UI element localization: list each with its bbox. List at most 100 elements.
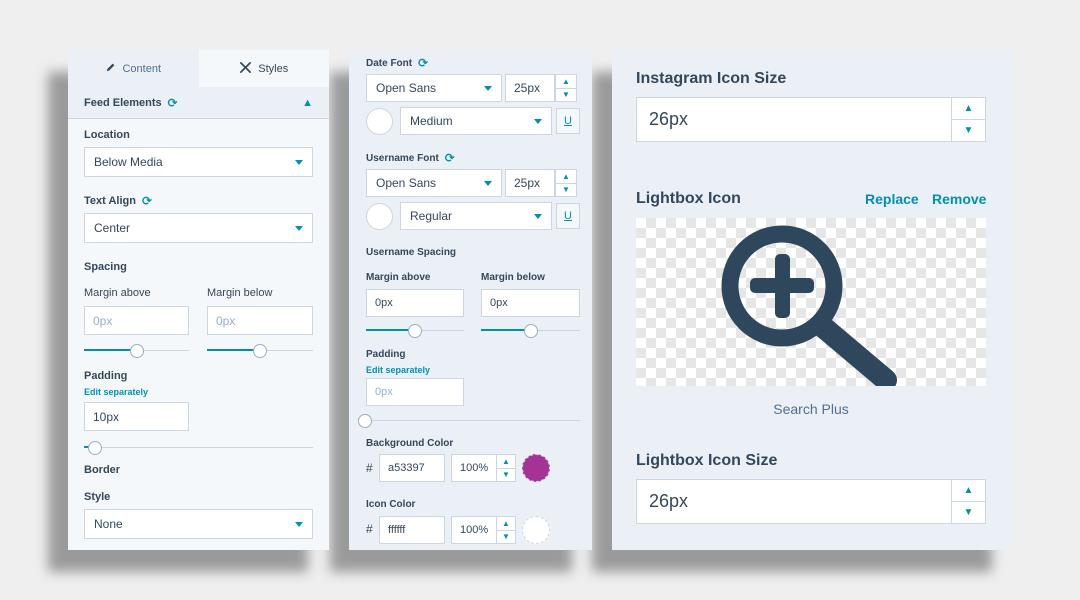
padding-input[interactable]: 10px — [84, 402, 189, 431]
remove-link[interactable]: Remove — [932, 191, 986, 207]
margin-below-input[interactable]: 0px — [207, 306, 313, 335]
location-label: Location — [84, 129, 130, 141]
lightbox-icon-label: Lightbox Icon — [636, 190, 741, 207]
username-font-family-select[interactable]: Open Sans — [366, 169, 502, 197]
editor-tabs: Content Styles — [68, 50, 329, 87]
chevron-down-icon[interactable]: ▼ — [556, 182, 576, 197]
sync-icon[interactable]: ⟳ — [142, 195, 152, 207]
background-color-label: Background Color — [366, 438, 454, 449]
padding-slider[interactable] — [84, 441, 313, 455]
tab-styles[interactable]: Styles — [198, 50, 329, 87]
lightbox-icon-size-input[interactable]: 26px — [636, 479, 952, 524]
padding-label: Padding — [84, 370, 128, 382]
background-color-swatch[interactable] — [522, 454, 550, 482]
chevron-up-icon[interactable]: ▲ — [556, 75, 576, 88]
date-font-size-stepper[interactable]: ▲ ▼ — [555, 74, 577, 102]
border-style-label: Style — [84, 491, 111, 503]
lightbox-icon-size-label: Lightbox Icon Size — [636, 452, 778, 469]
username-margin-below-slider[interactable] — [481, 324, 580, 338]
caret-down-icon — [484, 180, 492, 186]
slider-handle[interactable] — [129, 344, 144, 358]
chevron-down-icon[interactable]: ▼ — [556, 87, 576, 102]
caret-down-icon — [534, 213, 542, 219]
edit-separately-link[interactable]: Edit separately — [84, 387, 148, 397]
chevron-down-icon[interactable]: ▼ — [497, 467, 515, 482]
instagram-icon-size-stepper[interactable]: ▲ ▼ — [951, 97, 986, 142]
replace-link[interactable]: Replace — [865, 191, 919, 207]
date-font-label: Date Font ⟳ — [366, 57, 428, 69]
username-font-family: Open Sans — [376, 176, 437, 190]
chevron-down-icon[interactable]: ▼ — [952, 501, 985, 523]
date-font-color-swatch[interactable] — [366, 108, 393, 135]
font-settings-panel: Date Font ⟳ Open Sans 25px ▲ ▼ Medium U U… — [349, 50, 592, 550]
chevron-down-icon[interactable]: ▼ — [952, 119, 985, 141]
location-select[interactable]: Below Media — [84, 147, 313, 177]
username-font-label-text: Username Font — [366, 152, 439, 164]
tab-styles-label: Styles — [258, 62, 289, 75]
sync-icon[interactable]: ⟳ — [445, 152, 455, 164]
caret-down-icon — [484, 85, 492, 91]
date-font-size-input[interactable]: 25px — [505, 74, 555, 102]
background-color-hex-input[interactable]: a53397 — [379, 454, 445, 482]
border-style-select[interactable]: None — [84, 509, 313, 539]
margin-below-slider[interactable] — [207, 344, 313, 358]
icon-preview — [636, 218, 986, 391]
username-font-weight-select[interactable]: Regular — [400, 202, 552, 230]
chevron-up-icon[interactable]: ▲ — [952, 98, 985, 119]
edit-separately-link[interactable]: Edit separately — [366, 365, 430, 375]
feed-elements-header[interactable]: Feed Elements ⟳ ▲ — [68, 87, 329, 119]
username-margin-below-input[interactable]: 0px — [481, 289, 580, 317]
slider-handle[interactable] — [88, 441, 103, 455]
date-font-family: Open Sans — [376, 81, 437, 95]
sync-icon[interactable]: ⟳ — [418, 57, 428, 69]
brush-icon — [239, 61, 252, 77]
date-font-label-text: Date Font — [366, 57, 413, 69]
username-margin-above-input[interactable]: 0px — [366, 289, 464, 317]
date-font-family-select[interactable]: Open Sans — [366, 74, 502, 102]
username-font-size-stepper[interactable]: ▲ ▼ — [555, 169, 577, 197]
padding-slider[interactable] — [358, 414, 580, 428]
icon-color-label: Icon Color — [366, 499, 416, 510]
padding-input[interactable]: 0px — [366, 378, 464, 406]
underline-button[interactable]: U — [556, 203, 580, 229]
background-opacity-stepper[interactable]: ▲ ▼ — [496, 454, 516, 482]
username-font-color-swatch[interactable] — [366, 203, 393, 230]
icon-color-hex-input[interactable]: ffffff — [379, 516, 445, 544]
icon-opacity-input[interactable]: 100% — [451, 516, 497, 544]
chevron-up-icon[interactable]: ▲ — [556, 170, 576, 183]
chevron-up-icon[interactable]: ▲ — [302, 97, 313, 109]
text-align-select[interactable]: Center — [84, 213, 313, 243]
slider-handle[interactable] — [253, 344, 267, 358]
icon-settings-panel: Instagram Icon Size 26px ▲ ▼ Lightbox Ico… — [612, 50, 1012, 550]
username-font-weight: Regular — [410, 209, 453, 223]
underline-button[interactable]: U — [556, 108, 580, 134]
chevron-up-icon[interactable]: ▲ — [497, 517, 515, 530]
background-opacity-input[interactable]: 100% — [451, 454, 497, 482]
margin-above-input[interactable]: 0px — [84, 306, 189, 335]
padding-label: Padding — [366, 349, 406, 360]
text-align-label-text: Text Align — [84, 195, 136, 207]
icon-color-swatch[interactable] — [522, 516, 550, 544]
slider-handle[interactable] — [523, 324, 538, 338]
instagram-icon-size-input[interactable]: 26px — [636, 97, 952, 142]
slider-handle[interactable] — [358, 414, 372, 428]
slider-handle[interactable] — [408, 324, 422, 338]
tab-content[interactable]: Content — [68, 50, 199, 87]
hash-symbol: # — [366, 461, 373, 475]
margin-above-slider[interactable] — [84, 344, 189, 358]
text-align-value: Center — [94, 221, 131, 235]
username-font-size-input[interactable]: 25px — [505, 169, 555, 197]
username-margin-above-slider[interactable] — [366, 324, 464, 338]
date-font-weight-select[interactable]: Medium — [400, 107, 552, 135]
styles-sidebar-panel: Content Styles Feed Elements ⟳ ▲ Locatio… — [68, 50, 329, 550]
chevron-up-icon[interactable]: ▲ — [497, 455, 515, 468]
chevron-down-icon[interactable]: ▼ — [497, 529, 515, 544]
caret-down-icon — [295, 159, 303, 165]
icon-opacity-stepper[interactable]: ▲ ▼ — [496, 516, 516, 544]
sync-icon[interactable]: ⟳ — [168, 97, 178, 109]
username-spacing-label: Username Spacing — [366, 247, 457, 258]
margin-below-label: Margin below — [481, 272, 545, 283]
chevron-up-icon[interactable]: ▲ — [952, 480, 985, 501]
lightbox-icon-size-stepper[interactable]: ▲ ▼ — [951, 479, 986, 524]
margin-above-label: Margin above — [84, 287, 151, 299]
